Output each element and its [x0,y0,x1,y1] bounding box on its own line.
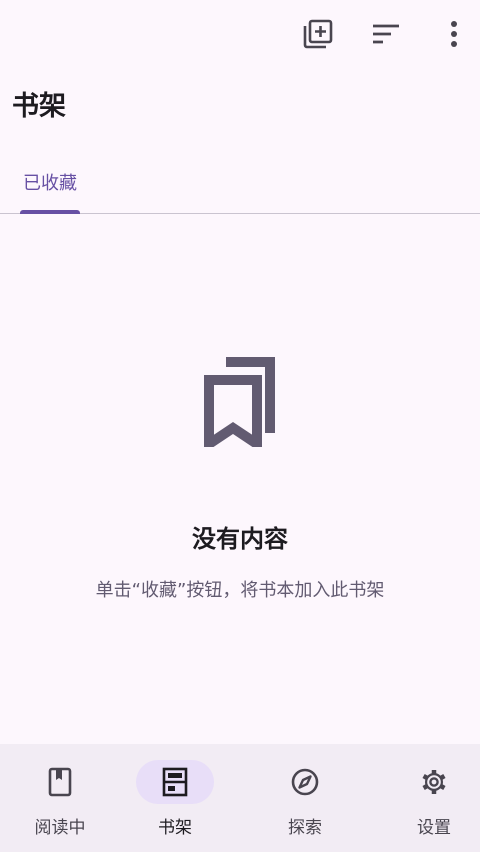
nav-label-settings: 设置 [417,818,451,838]
bottom-navigation: 阅读中 书架 探索 设置 [0,744,480,852]
book-icon [48,767,72,797]
empty-hint: 单击“收藏”按钮，将书本加入此书架 [95,580,385,601]
add-shelf-button[interactable] [294,10,342,58]
top-app-bar [0,0,480,68]
nav-label-reading: 阅读中 [34,818,86,838]
empty-title: 没有内容 [192,525,288,553]
tab-bar: 已收藏 [0,160,480,214]
gear-icon [422,770,446,794]
nav-item-bookshelf[interactable]: 书架 [115,744,235,852]
compass-icon [291,768,319,796]
nav-item-explore[interactable]: 探索 [245,744,365,852]
nav-icon-container [266,760,344,804]
nav-icon-container [395,760,473,804]
nav-icon-container-active [136,760,214,804]
nav-label-bookshelf: 书架 [158,818,192,838]
tab-favorites[interactable]: 已收藏 [0,160,100,214]
nav-item-reading[interactable]: 阅读中 [0,744,120,852]
bookmarks-icon [204,357,275,447]
nav-label-explore: 探索 [288,818,322,838]
page-title: 书架 [12,91,66,122]
nav-icon-container [21,760,99,804]
more-options-button[interactable] [430,10,478,58]
library-add-icon [303,19,333,49]
tab-indicator [20,210,80,214]
more-vert-icon [451,21,457,47]
sort-button[interactable] [362,10,410,58]
empty-state: 没有内容 单击“收藏”按钮，将书本加入此书架 [0,355,480,602]
tab-label: 已收藏 [23,173,77,194]
sort-icon [373,24,399,44]
shelf-icon [162,767,188,797]
nav-item-settings[interactable]: 设置 [374,744,480,852]
